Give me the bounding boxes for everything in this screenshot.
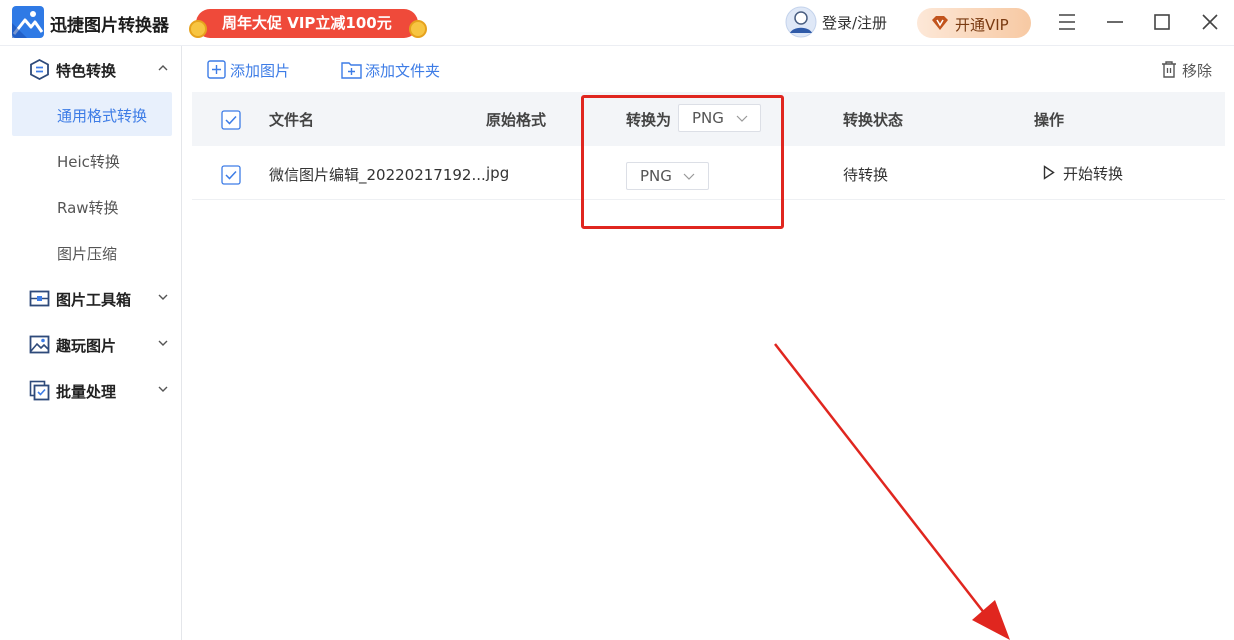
- col-convert-to: 转换为: [626, 111, 672, 129]
- menu-icon[interactable]: [1054, 9, 1080, 35]
- table-row: 微信图片编辑_20220217192... jpg PNG 待转换 开始转换: [192, 146, 1225, 200]
- sidebar-item-label: Heic转换: [57, 153, 120, 171]
- sidebar-item-label: 通用格式转换: [57, 107, 148, 125]
- chevron-down-icon: [736, 115, 748, 122]
- col-status: 转换状态: [843, 111, 904, 129]
- batch-format-select[interactable]: PNG: [678, 104, 761, 132]
- maximize-icon[interactable]: [1149, 9, 1175, 35]
- select-all-checkbox[interactable]: [221, 110, 241, 130]
- row-checkbox[interactable]: [221, 165, 241, 185]
- row-filename: 微信图片编辑_20220217192...: [269, 166, 486, 184]
- sidebar-section-feature-convert[interactable]: 特色转换: [0, 51, 182, 87]
- col-orig-format: 原始格式: [486, 111, 547, 129]
- remove-label: 移除: [1182, 62, 1213, 80]
- sidebar-item-general-format[interactable]: 通用格式转换: [12, 92, 172, 136]
- row-format-value: PNG: [640, 167, 672, 185]
- add-image-icon: [207, 60, 226, 79]
- batch-format-value: PNG: [692, 109, 724, 127]
- sidebar-item-raw[interactable]: Raw转换: [12, 184, 172, 228]
- row-status: 待转换: [843, 166, 889, 184]
- main-panel: 添加图片 添加文件夹 移除 文件名 原始格式 转换为 PNG 转换状态 操作 微…: [183, 46, 1234, 640]
- sidebar-section-label: 特色转换: [56, 62, 117, 80]
- chevron-up-icon: [158, 65, 168, 71]
- chevron-down-icon: [683, 173, 695, 180]
- batch-icon: [29, 380, 50, 401]
- sidebar-item-label: 图片压缩: [57, 245, 118, 263]
- fun-image-icon: [29, 335, 50, 354]
- play-icon: [1043, 165, 1055, 180]
- app-title: 迅捷图片转换器: [50, 16, 169, 36]
- col-filename: 文件名: [269, 111, 315, 129]
- sidebar-item-heic[interactable]: Heic转换: [12, 138, 172, 182]
- sidebar-item-label: Raw转换: [57, 199, 119, 217]
- add-folder-label: 添加文件夹: [365, 62, 441, 80]
- vip-label: 开通VIP: [955, 16, 1009, 34]
- title-bar: 迅捷图片转换器 周年大促 VIP立减100元 登录/注册 开通VIP: [0, 0, 1234, 46]
- chevron-down-icon: [158, 340, 168, 346]
- chevron-down-icon: [158, 386, 168, 392]
- sidebar-section-label: 趣玩图片: [56, 337, 117, 355]
- row-format-select[interactable]: PNG: [626, 162, 709, 190]
- start-convert-label: 开始转换: [1063, 165, 1124, 183]
- sidebar: 特色转换 通用格式转换 Heic转换 Raw转换 图片压缩 图片工具箱 趣玩图片…: [0, 46, 182, 640]
- vip-diamond-icon: [932, 16, 948, 30]
- sidebar-item-compress[interactable]: 图片压缩: [12, 230, 172, 274]
- sidebar-section-batch[interactable]: 批量处理: [0, 372, 182, 408]
- promo-text[interactable]: 周年大促 VIP立减100元: [222, 12, 392, 33]
- convert-icon: [30, 59, 49, 80]
- row-format: jpg: [486, 164, 510, 182]
- table-header: 文件名 原始格式 转换为 PNG 转换状态 操作: [192, 92, 1225, 146]
- chevron-down-icon: [158, 294, 168, 300]
- add-image-button[interactable]: 添加图片: [207, 58, 307, 82]
- add-folder-icon: [341, 62, 362, 79]
- sidebar-section-label: 批量处理: [56, 383, 117, 401]
- vip-button[interactable]: 开通VIP: [917, 8, 1031, 38]
- sidebar-section-label: 图片工具箱: [56, 291, 132, 309]
- login-link[interactable]: 登录/注册: [822, 12, 887, 33]
- toolbox-icon: [29, 290, 50, 307]
- trash-icon: [1162, 61, 1176, 78]
- add-image-label: 添加图片: [230, 62, 291, 80]
- sidebar-section-toolbox[interactable]: 图片工具箱: [0, 280, 182, 316]
- close-icon[interactable]: [1197, 9, 1223, 35]
- add-folder-button[interactable]: 添加文件夹: [341, 58, 457, 82]
- col-action: 操作: [1034, 111, 1065, 129]
- app-window: 迅捷图片转换器 周年大促 VIP立减100元 登录/注册 开通VIP 特色转换 …: [0, 0, 1234, 640]
- avatar[interactable]: [785, 6, 817, 38]
- sidebar-section-fun-image[interactable]: 趣玩图片: [0, 326, 182, 362]
- app-logo-icon: [12, 6, 44, 38]
- minimize-icon[interactable]: [1102, 9, 1128, 35]
